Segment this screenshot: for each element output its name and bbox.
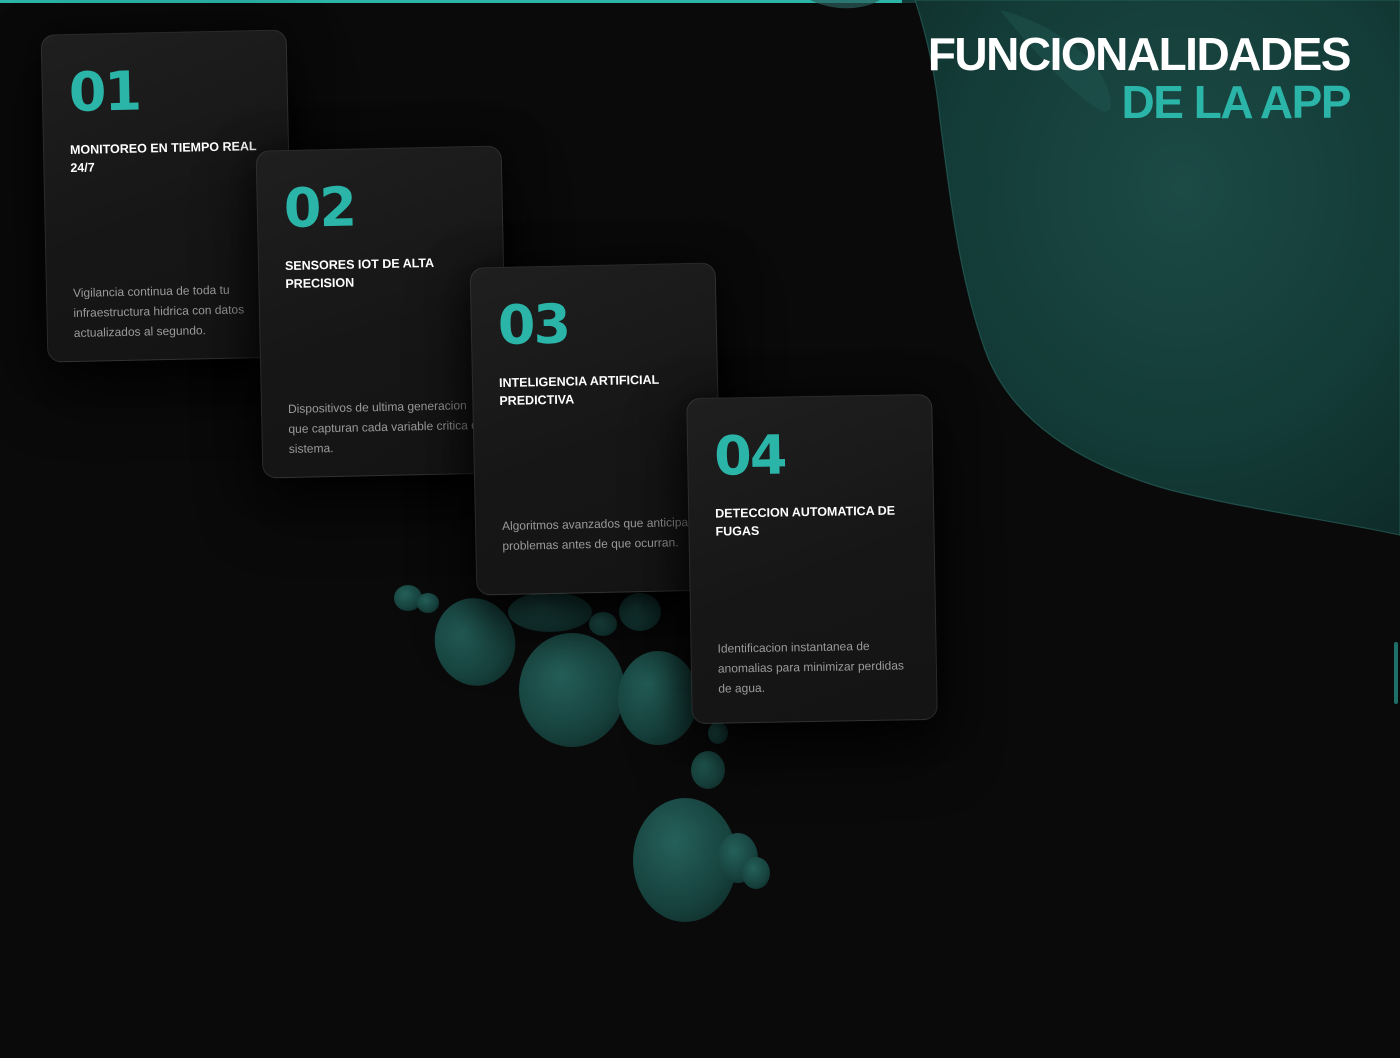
feature-card-number: 01: [68, 59, 141, 125]
scrollbar-thumb[interactable]: [1394, 642, 1398, 704]
feature-card-number: 04: [713, 423, 786, 488]
feature-card-description: Vigilancia continua de toda tu infraestr…: [72, 282, 245, 340]
feature-card-heading: DETECCION AUTOMATICA DE FUGAS: [715, 503, 896, 539]
feature-card-number: 02: [283, 175, 356, 241]
section-title-line1: FUNCIONALIDADES: [927, 28, 1352, 80]
feature-card-heading: SENSORES IOT DE ALTA PRECISION: [284, 255, 434, 292]
feature-card-heading: MONITOREO EN TIEMPO REAL 24/7: [69, 139, 257, 176]
feature-card-4[interactable]: 04 DETECCION AUTOMATICA DE FUGAS Identif…: [686, 393, 938, 725]
scroll-progress-fill: [0, 0, 902, 3]
scroll-progress-bar: [0, 0, 1400, 3]
feature-card-number: 03: [497, 292, 570, 358]
feature-card-heading: INTELIGENCIA ARTIFICIAL PREDICTIVA: [498, 372, 660, 409]
section-title: FUNCIONALIDADES DE LA APP: [927, 28, 1352, 128]
section-title-line2: DE LA APP: [1121, 76, 1352, 128]
feature-card-description: Identificacion instantanea de anomalias …: [717, 639, 905, 696]
feature-card-description: Dispositivos de ultima generacion que ca…: [287, 398, 488, 456]
feature-card-description: Algoritmos avanzados que anticipan probl…: [501, 514, 695, 553]
feature-card-3[interactable]: 03 INTELIGENCIA ARTIFICIAL PREDICTIVA Al…: [469, 262, 723, 596]
feature-card-1[interactable]: 01 MONITOREO EN TIEMPO REAL 24/7 Vigilan…: [40, 29, 294, 363]
page: FUNCIONALIDADES DE LA APP 01 MONITOREO E…: [0, 0, 1400, 1058]
